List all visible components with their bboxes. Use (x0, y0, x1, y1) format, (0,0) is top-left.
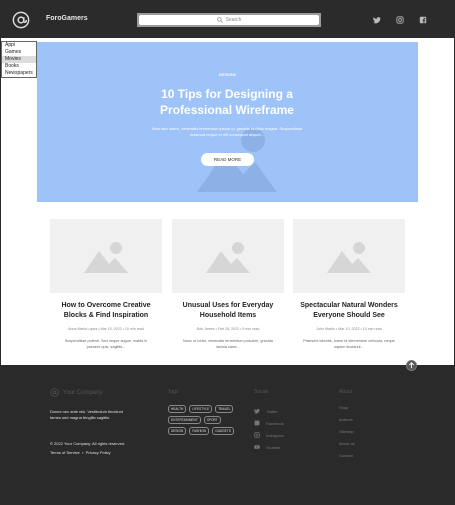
search-icon (216, 17, 223, 23)
card-title[interactable]: Spectacular Natural Wonders Everyone Sho… (293, 301, 405, 321)
image-placeholder-icon (206, 242, 250, 273)
facebook-icon[interactable] (419, 16, 427, 24)
social-links: Twitter Facebook Instagram Youtube (254, 405, 284, 453)
footer-company-name: Your Company (63, 389, 103, 396)
search-input[interactable]: Search (139, 15, 319, 25)
footer-description: Donec nec ante nisi. Vestibulum tincidun… (50, 409, 123, 420)
tag-chip[interactable]: GADGETS (212, 427, 234, 435)
card-meta: John Martin • Mar 10, 2022 • 10 min read (316, 327, 382, 331)
read-more-button[interactable]: READ MORE (201, 153, 254, 166)
tag-chip[interactable]: TRAVEL (215, 405, 234, 413)
brand-name[interactable]: ForoGamers (46, 15, 88, 22)
tag-chip[interactable]: DESIGN (168, 427, 187, 435)
article-card[interactable]: How to Overcome Creative Blocks & Find I… (50, 219, 162, 350)
about-links: Shop Authors Sitemap About us Contact (339, 405, 355, 465)
about-link[interactable]: Shop (339, 405, 355, 417)
article-card[interactable]: Unusual Uses for Everyday Household Item… (172, 219, 284, 350)
instagram-icon[interactable] (396, 16, 404, 24)
tag-chip[interactable]: SPORT (203, 416, 221, 424)
arrow-up-icon (408, 362, 415, 369)
footer-brand[interactable]: Your Company (50, 388, 102, 397)
hero-title[interactable]: 10 Tips for Designing a Professional Wir… (127, 86, 327, 118)
article-card[interactable]: Spectacular Natural Wonders Everyone Sho… (293, 219, 405, 350)
social-link-twitter[interactable]: Twitter (254, 405, 284, 417)
dropdown-option[interactable]: Books (2, 63, 36, 70)
card-thumbnail[interactable] (172, 219, 284, 293)
hero-excerpt: Nam sed lorem, venenatis fermentum ipsum… (151, 126, 303, 137)
image-placeholder-icon (327, 242, 371, 273)
card-meta: Anna Maria Lopez • Mar 15, 2022 • 10 min… (68, 327, 144, 331)
scroll-to-top-button[interactable] (406, 360, 417, 371)
social-label: Facebook (266, 420, 284, 426)
about-heading: About (339, 389, 353, 395)
at-logo-icon[interactable] (12, 11, 30, 29)
tag-chip[interactable]: LIFESTYLE (189, 405, 213, 413)
social-label: Twitter (266, 408, 278, 414)
image-placeholder-icon (84, 242, 128, 273)
about-link[interactable]: Contact (339, 453, 355, 465)
about-link[interactable]: Sitemap (339, 429, 355, 441)
category-dropdown[interactable]: Appi Games Movies Books Newspapers (1, 41, 37, 78)
privacy-link[interactable]: Privacy Policy (86, 450, 111, 455)
tag-chip[interactable]: ENTERTAINMENT (168, 416, 201, 424)
dropdown-option[interactable]: Appi (2, 42, 36, 49)
card-thumbnail[interactable] (293, 219, 405, 293)
facebook-icon (254, 420, 260, 426)
twitter-icon (254, 408, 260, 414)
tag-chip[interactable]: FASHION (189, 427, 210, 435)
site-header: ForoGamers Search (1, 1, 454, 38)
hero-banner: DESIGN 10 Tips for Designing a Professio… (37, 42, 418, 202)
youtube-icon (254, 445, 260, 449)
site-footer (1, 365, 454, 505)
tag-chip[interactable]: HEALTH (168, 405, 187, 413)
tag-list: HEALTH LIFESTYLE TRAVEL ENTERTAINMENT SP… (168, 405, 234, 435)
hero-category[interactable]: DESIGN (37, 72, 418, 77)
card-excerpt: Suspendisse potenti. Sed neque augue, ma… (64, 339, 148, 349)
social-label: Youtube (266, 444, 281, 450)
dropdown-option-selected[interactable]: Movies (2, 56, 36, 63)
about-link[interactable]: About us (339, 441, 355, 453)
social-link-instagram[interactable]: Instagram (254, 429, 284, 441)
card-excerpt: Nunc ut tortor, venenatis fermentum posu… (183, 339, 273, 349)
about-link[interactable]: Authors (339, 417, 355, 429)
footer-legal-links: Terms of Service • Privacy Policy (50, 450, 111, 455)
tags-heading: Tags (168, 389, 179, 395)
search-placeholder: Search (225, 17, 242, 23)
card-thumbnail[interactable] (50, 219, 162, 293)
social-link-facebook[interactable]: Facebook (254, 417, 284, 429)
card-meta: Bob James • Feb 28, 2022 • 9 min read (196, 327, 260, 331)
search-bar[interactable]: Search (137, 13, 321, 27)
social-label: Instagram (266, 432, 284, 438)
at-logo-icon (50, 388, 59, 397)
dropdown-option[interactable]: Newspapers (2, 70, 36, 77)
instagram-icon (254, 432, 260, 438)
social-heading: Social (254, 389, 268, 395)
twitter-icon[interactable] (373, 16, 381, 24)
dropdown-option[interactable]: Games (2, 49, 36, 56)
card-title[interactable]: Unusual Uses for Everyday Household Item… (172, 301, 284, 321)
copyright-text: © 2022 Your Company. All rights reserved… (50, 441, 126, 446)
social-link-youtube[interactable]: Youtube (254, 441, 284, 453)
card-title[interactable]: How to Overcome Creative Blocks & Find I… (50, 301, 162, 321)
terms-link[interactable]: Terms of Service (50, 450, 80, 455)
card-excerpt: Praesent lobortis, lorem id elementum ve… (303, 339, 395, 349)
